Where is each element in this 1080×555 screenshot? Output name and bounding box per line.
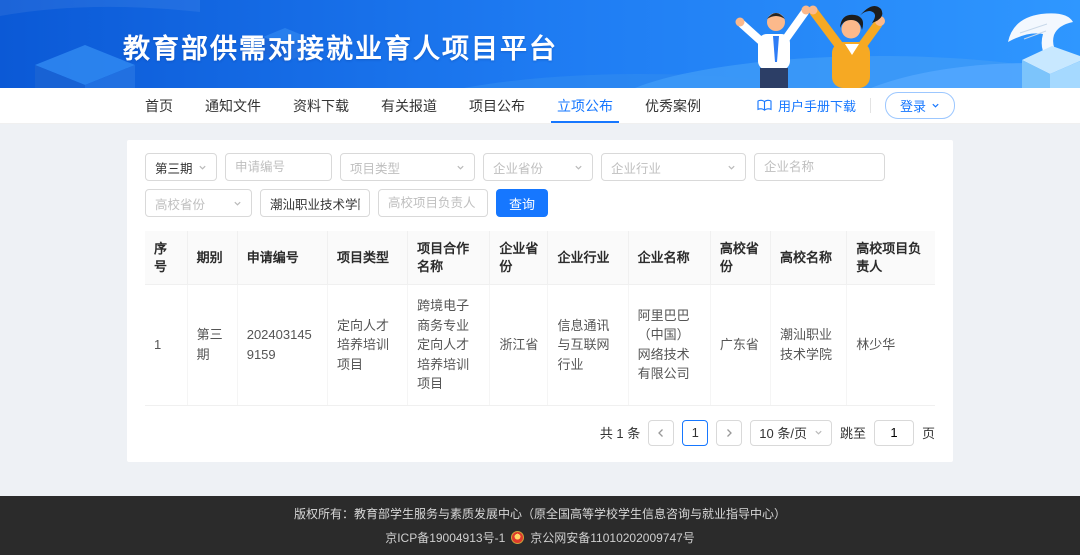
login-label: 登录	[900, 96, 926, 115]
table-cell: 林少华	[847, 285, 935, 406]
company-province-placeholder: 企业省份	[493, 158, 543, 177]
table-cell: 信息通讯与互联网行业	[548, 285, 628, 406]
company-name-input[interactable]	[754, 153, 885, 181]
table-header-cell: 企业名称	[628, 231, 710, 285]
college-leader-input[interactable]	[378, 189, 488, 217]
table-cell: 浙江省	[490, 285, 548, 406]
chevron-down-icon	[814, 428, 823, 437]
page-title: 教育部供需对接就业育人项目平台	[123, 27, 558, 66]
table-header-cell: 企业行业	[548, 231, 628, 285]
nav-right: 用户手册下载 登录	[757, 92, 955, 119]
results-table-wrap: 序号 期别 申请编号 项目类型 项目合作名称 企业省份 企业行业 企业名称 高校…	[145, 231, 935, 406]
table-cell: 1	[145, 285, 187, 406]
pagination-total: 共 1 条	[600, 423, 640, 442]
footer: 版权所有：教育部学生服务与素质发展中心（原全国高等学校学生信息咨询与就业指导中心…	[0, 496, 1080, 555]
jump-label: 跳至	[840, 423, 866, 442]
chevron-left-icon	[657, 428, 665, 438]
chevron-right-icon	[725, 428, 733, 438]
police-record-link[interactable]: 京公网安备11010202009747号	[530, 529, 695, 546]
company-industry-select[interactable]: 企业行业	[601, 153, 746, 181]
period-select[interactable]: 第三期	[145, 153, 217, 181]
user-manual-label: 用户手册下载	[778, 96, 856, 115]
header-banner: 教育部供需对接就业育人项目平台	[0, 0, 1080, 88]
main-content: 第三期 项目类型 企业省份 企业行业 高校省份	[0, 140, 1080, 496]
chevron-down-icon	[233, 199, 242, 208]
jump-page-input[interactable]	[874, 420, 914, 446]
table-cell: 潮汕职业技术学院	[771, 285, 847, 406]
nav-item-approval-announcements[interactable]: 立项公布	[557, 88, 613, 123]
nav-item-reports[interactable]: 有关报道	[381, 88, 437, 123]
table-cell: 第三期	[187, 285, 237, 406]
chevron-down-icon	[456, 163, 465, 172]
nav-item-downloads[interactable]: 资料下载	[293, 88, 349, 123]
police-badge-icon	[511, 531, 524, 544]
table-cell: 跨境电子商务专业定向人才培养培训项目	[408, 285, 490, 406]
college-province-select[interactable]: 高校省份	[145, 189, 252, 217]
apply-no-input[interactable]	[225, 153, 332, 181]
table-row: 1 第三期 2024031459159 定向人才培养培训项目 跨境电子商务专业定…	[145, 285, 935, 406]
table-header-cell: 企业省份	[490, 231, 548, 285]
company-province-select[interactable]: 企业省份	[483, 153, 593, 181]
book-icon	[757, 99, 772, 112]
search-button[interactable]: 查询	[496, 189, 548, 217]
table-cell: 2024031459159	[237, 285, 327, 406]
table-cell: 阿里巴巴（中国）网络技术有限公司	[628, 285, 710, 406]
project-type-select[interactable]: 项目类型	[340, 153, 475, 181]
page-size-select[interactable]: 10 条/页	[750, 420, 832, 446]
table-header-cell: 高校项目负责人	[847, 231, 935, 285]
table-header-cell: 高校省份	[710, 231, 770, 285]
icp-record-link[interactable]: 京ICP备19004913号-1	[385, 529, 505, 546]
nav-item-excellent-cases[interactable]: 优秀案例	[645, 88, 701, 123]
chevron-down-icon	[931, 101, 940, 110]
table-header-cell: 项目类型	[327, 231, 407, 285]
nav-item-project-announcements[interactable]: 项目公布	[469, 88, 525, 123]
chevron-down-icon	[574, 163, 583, 172]
nav-item-notices[interactable]: 通知文件	[205, 88, 261, 123]
results-table: 序号 期别 申请编号 项目类型 项目合作名称 企业省份 企业行业 企业名称 高校…	[145, 231, 935, 406]
table-header-cell: 高校名称	[771, 231, 847, 285]
main-nav: 首页 通知文件 资料下载 有关报道 项目公布 立项公布 优秀案例 用户手册下载 …	[0, 88, 1080, 124]
college-province-placeholder: 高校省份	[155, 194, 205, 213]
table-cell: 广东省	[710, 285, 770, 406]
period-select-value: 第三期	[155, 158, 193, 177]
page-size-value: 10 条/页	[759, 423, 807, 442]
content-card: 第三期 项目类型 企业省份 企业行业 高校省份	[127, 140, 953, 462]
login-button[interactable]: 登录	[885, 92, 955, 119]
prev-page-button[interactable]	[648, 420, 674, 446]
table-cell: 定向人才培养培训项目	[327, 285, 407, 406]
nav-item-home[interactable]: 首页	[145, 88, 173, 123]
filter-row-2: 高校省份 查询	[145, 189, 935, 217]
copyright-line: 版权所有：教育部学生服务与素质发展中心（原全国高等学校学生信息咨询与就业指导中心…	[294, 505, 786, 522]
nav-items: 首页 通知文件 资料下载 有关报道 项目公布 立项公布 优秀案例	[145, 88, 701, 123]
filter-row-1: 第三期 项目类型 企业省份 企业行业	[145, 153, 935, 181]
user-manual-link[interactable]: 用户手册下载	[757, 96, 856, 115]
pagination: 共 1 条 1 10 条/页 跳至 页	[145, 420, 935, 446]
table-header-row: 序号 期别 申请编号 项目类型 项目合作名称 企业省份 企业行业 企业名称 高校…	[145, 231, 935, 285]
college-name-input[interactable]	[260, 189, 370, 217]
chevron-down-icon	[727, 163, 736, 172]
table-header-cell: 期别	[187, 231, 237, 285]
table-header-cell: 序号	[145, 231, 187, 285]
page-unit-label: 页	[922, 423, 935, 442]
table-header-cell: 申请编号	[237, 231, 327, 285]
chevron-down-icon	[198, 163, 207, 172]
nav-divider	[870, 98, 871, 113]
footer-registration-line: 京ICP备19004913号-1 京公网安备11010202009747号	[385, 529, 695, 546]
company-industry-placeholder: 企业行业	[611, 158, 661, 177]
page-number-button[interactable]: 1	[682, 420, 708, 446]
project-type-placeholder: 项目类型	[350, 158, 400, 177]
table-header-cell: 项目合作名称	[408, 231, 490, 285]
next-page-button[interactable]	[716, 420, 742, 446]
